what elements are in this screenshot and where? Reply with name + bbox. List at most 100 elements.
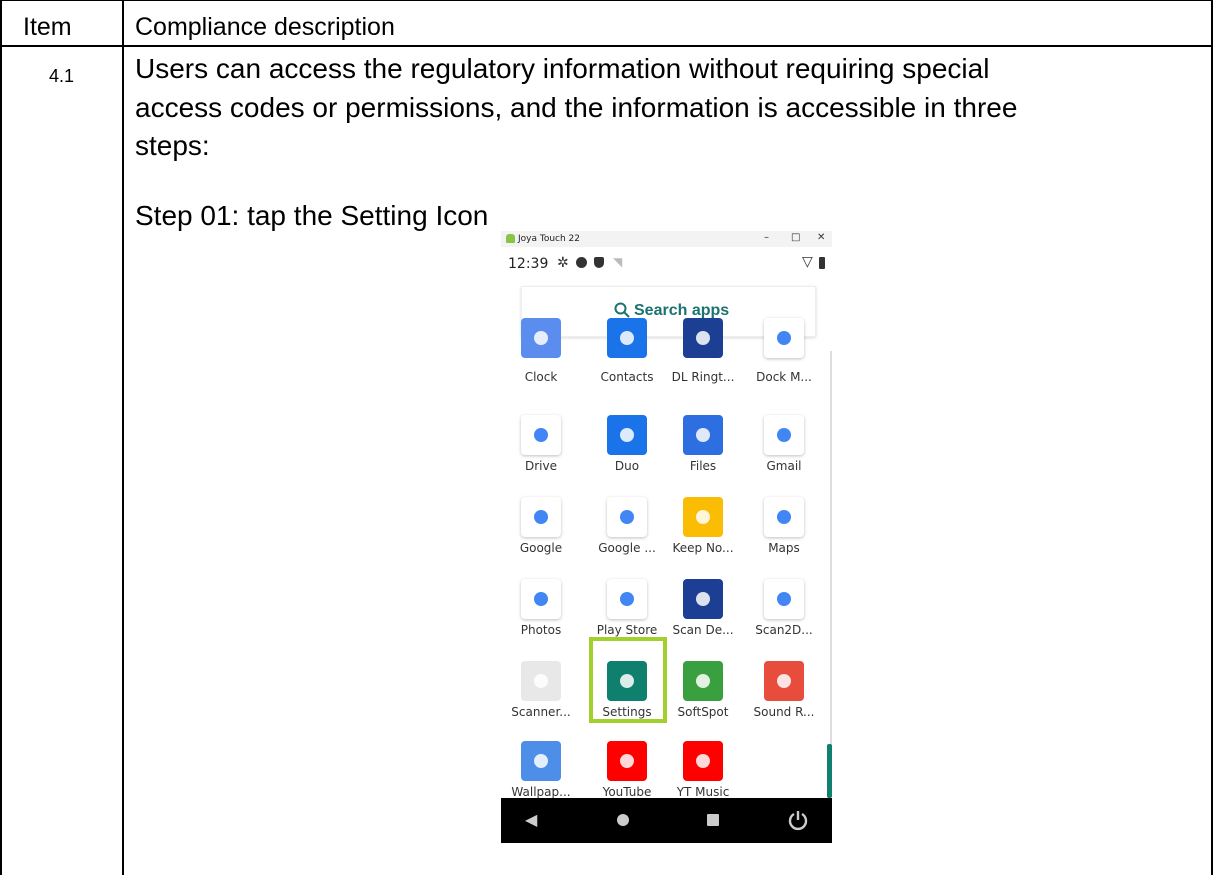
wallpap-icon — [521, 741, 561, 781]
app-label: Sound R... — [753, 705, 815, 719]
softspot-icon — [683, 661, 723, 701]
app-drive[interactable]: Drive — [501, 407, 581, 479]
table-border-top — [0, 0, 1213, 1]
app-label: Clock — [524, 370, 558, 384]
app-photos[interactable]: Photos — [501, 571, 581, 643]
signal-status-icon: ▽ — [802, 254, 813, 270]
recents-icon[interactable] — [707, 814, 719, 826]
description-line-3: steps: — [135, 130, 210, 161]
app-label: Google ... — [598, 541, 656, 555]
gmail-icon — [764, 415, 804, 455]
battery-status-icon — [819, 257, 825, 269]
navigation-bar: ◀ — [501, 798, 832, 843]
table-border-left — [0, 0, 2, 875]
phone-screenshot: Joya Touch 22 – □ ✕ 12:39 ✲ ◥ ▽ Search a… — [501, 231, 832, 843]
app-label: YouTube — [602, 785, 652, 799]
drive-icon — [521, 415, 561, 455]
app-google[interactable]: Google ... — [587, 489, 667, 561]
description-line-1: Users can access the regulatory informat… — [135, 53, 990, 84]
app-label: YT Music — [676, 785, 730, 799]
step-01-text: Step 01: tap the Setting Icon — [135, 200, 489, 231]
app-label: Gmail — [766, 459, 802, 473]
sound-r-icon — [764, 661, 804, 701]
app-label: Scan2D... — [755, 623, 813, 637]
shield-status-icon — [594, 257, 604, 268]
files-icon — [683, 415, 723, 455]
back-icon[interactable]: ◀ — [525, 810, 537, 829]
scanner-icon — [521, 661, 561, 701]
android-icon — [506, 234, 515, 243]
app-gmail[interactable]: Gmail — [744, 407, 824, 479]
google-icon — [607, 497, 647, 537]
app-wallpap[interactable]: Wallpap... — [501, 733, 581, 805]
power-icon[interactable] — [787, 809, 809, 831]
minimize-icon[interactable]: – — [764, 232, 769, 243]
maximize-icon[interactable]: □ — [791, 232, 800, 243]
yt-music-icon — [683, 741, 723, 781]
app-keep-no[interactable]: Keep No... — [663, 489, 743, 561]
dl-ringt-icon — [683, 318, 723, 358]
app-scan-de[interactable]: Scan De... — [663, 571, 743, 643]
app-duo[interactable]: Duo — [587, 407, 667, 479]
status-bar: 12:39 ✲ ◥ ▽ — [501, 247, 832, 277]
app-yt-music[interactable]: YT Music — [663, 733, 743, 805]
app-dock-m[interactable]: Dock M... — [744, 318, 824, 406]
app-label: Contacts — [600, 370, 654, 384]
circle-status-icon — [576, 257, 587, 268]
home-icon[interactable] — [617, 814, 629, 826]
photos-icon — [521, 579, 561, 619]
gear-status-icon: ✲ — [557, 255, 569, 271]
youtube-icon — [607, 741, 647, 781]
keep-no-icon — [683, 497, 723, 537]
app-scan2d[interactable]: Scan2D... — [744, 571, 824, 643]
app-maps[interactable]: Maps — [744, 489, 824, 561]
scrollbar[interactable] — [830, 351, 832, 791]
close-icon[interactable]: ✕ — [817, 232, 825, 243]
scan2d-icon — [764, 579, 804, 619]
scrollbar-thumb[interactable] — [827, 744, 832, 798]
header-item: Item — [23, 13, 72, 41]
emulator-title-bar: Joya Touch 22 – □ ✕ — [501, 231, 832, 247]
maps-icon — [764, 497, 804, 537]
app-sound-r[interactable]: Sound R... — [744, 653, 824, 725]
app-label: Dock M... — [756, 370, 812, 384]
google-icon — [521, 497, 561, 537]
app-clock[interactable]: Clock — [501, 318, 581, 406]
settings-highlight-box — [589, 637, 667, 723]
app-label: Photos — [520, 623, 562, 637]
app-dl-ringt[interactable]: DL Ringt... — [663, 318, 743, 406]
search-icon — [614, 302, 630, 318]
app-label: Drive — [525, 459, 557, 473]
header-compliance-description: Compliance description — [135, 13, 395, 41]
table-column-divider — [122, 0, 124, 875]
app-play-store[interactable]: Play Store — [587, 571, 667, 643]
app-youtube[interactable]: YouTube — [587, 733, 667, 805]
item-number: 4.1 — [49, 66, 75, 86]
description-line-2: access codes or permissions, and the inf… — [135, 92, 1018, 123]
app-label: Maps — [768, 541, 800, 555]
app-label: Scanner... — [511, 705, 571, 719]
status-time: 12:39 — [508, 256, 549, 272]
app-label: DL Ringt... — [671, 370, 735, 384]
wifi-status-icon: ◥ — [613, 255, 623, 269]
app-label: Keep No... — [672, 541, 734, 555]
app-files[interactable]: Files — [663, 407, 743, 479]
dock-m-icon — [764, 318, 804, 358]
contacts-icon — [607, 318, 647, 358]
app-label: Duo — [614, 459, 640, 473]
app-label: Scan De... — [672, 623, 734, 637]
duo-icon — [607, 415, 647, 455]
app-scanner[interactable]: Scanner... — [501, 653, 581, 725]
app-label: Google — [519, 541, 563, 555]
app-google[interactable]: Google — [501, 489, 581, 561]
app-label: Wallpap... — [511, 785, 571, 799]
window-title: Joya Touch 22 — [518, 234, 581, 244]
app-label: Files — [689, 459, 717, 473]
clock-icon — [521, 318, 561, 358]
app-label: SoftSpot — [677, 705, 729, 719]
table-header-divider — [0, 45, 1213, 47]
app-label: Play Store — [596, 623, 658, 637]
app-softspot[interactable]: SoftSpot — [663, 653, 743, 725]
app-contacts[interactable]: Contacts — [587, 318, 667, 406]
play-store-icon — [607, 579, 647, 619]
